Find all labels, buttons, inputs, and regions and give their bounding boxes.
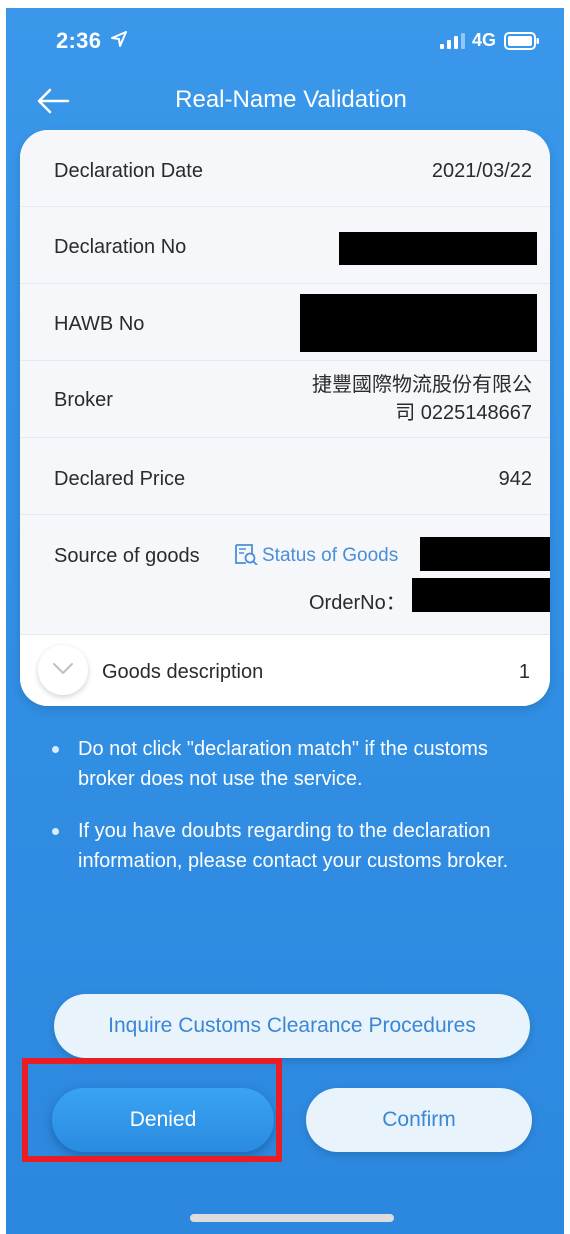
declaration-details-card: Declaration Date 2021/03/22 Declaration … bbox=[20, 130, 550, 706]
hawb-no-row: HAWB No bbox=[20, 284, 550, 361]
status-of-goods-link[interactable]: Status of Goods bbox=[262, 545, 398, 567]
hawb-no-label: HAWB No bbox=[54, 313, 145, 335]
declaration-date-row: Declaration Date 2021/03/22 bbox=[20, 130, 550, 207]
declaration-no-label: Declaration No bbox=[54, 236, 187, 258]
bullet-dot bbox=[52, 746, 59, 753]
page-title: Real-Name Validation bbox=[175, 86, 407, 113]
order-no-label: OrderNo： bbox=[309, 592, 406, 614]
nav-bar: Real-Name Validation bbox=[6, 72, 564, 132]
broker-value-line2: 司 0225148667 bbox=[395, 402, 532, 424]
bullet-dot bbox=[52, 828, 59, 835]
status-time: 2:36 bbox=[56, 28, 102, 53]
broker-value: 捷豐國際物流股份有限公 司 0225148667 bbox=[312, 371, 532, 427]
note-text: Do not click "declaration match" if the … bbox=[78, 738, 488, 790]
confirm-button[interactable]: Confirm bbox=[306, 1088, 532, 1152]
redacted-order-no bbox=[412, 578, 550, 612]
inquire-customs-clearance-button[interactable]: Inquire Customs Clearance Procedures bbox=[54, 994, 530, 1058]
goods-description-count: 1 bbox=[518, 661, 530, 683]
network-type: 4G bbox=[472, 30, 497, 50]
note-item: Do not click "declaration match" if the … bbox=[46, 734, 536, 794]
declaration-date-value: 2021/03/22 bbox=[431, 160, 532, 182]
signal-icon bbox=[440, 33, 465, 49]
broker-label: Broker bbox=[54, 389, 113, 411]
declared-price-label: Declared Price bbox=[54, 468, 186, 490]
location-arrow-icon bbox=[111, 31, 127, 47]
broker-value-line1: 捷豐國際物流股份有限公 bbox=[312, 374, 532, 396]
source-of-goods-label: Source of goods bbox=[54, 545, 200, 567]
notes-list: Do not click "declaration match" if the … bbox=[46, 734, 536, 898]
declaration-no-row: Declaration No bbox=[20, 207, 550, 284]
broker-row: Broker 捷豐國際物流股份有限公 司 0225148667 bbox=[20, 361, 550, 438]
home-indicator[interactable] bbox=[190, 1214, 394, 1222]
source-of-goods-row: Source of goods Status of Goods OrderNo： bbox=[20, 515, 550, 635]
redacted-status bbox=[420, 537, 550, 571]
battery-icon bbox=[504, 32, 539, 50]
declaration-date-label: Declaration Date bbox=[54, 160, 203, 182]
goods-description-label: Goods description bbox=[102, 661, 264, 683]
declared-price-row: Declared Price 942 bbox=[20, 438, 550, 515]
note-item: If you have doubts regarding to the decl… bbox=[46, 816, 536, 876]
redacted-declaration-no bbox=[339, 232, 537, 265]
status-bar: 2:36 4G bbox=[6, 8, 564, 72]
chevron-down-icon bbox=[53, 663, 73, 674]
goods-description-row[interactable]: Goods description 1 bbox=[20, 635, 550, 706]
highlight-annotation-box bbox=[22, 1058, 282, 1162]
expand-toggle[interactable] bbox=[38, 645, 88, 695]
declared-price-value: 942 bbox=[498, 468, 532, 490]
redacted-hawb-no bbox=[300, 294, 537, 352]
note-text: If you have doubts regarding to the decl… bbox=[78, 820, 509, 872]
goods-status-icon[interactable] bbox=[234, 541, 258, 565]
app-screen: 2:36 4G Real-Name Validation Declaration… bbox=[6, 8, 564, 1234]
